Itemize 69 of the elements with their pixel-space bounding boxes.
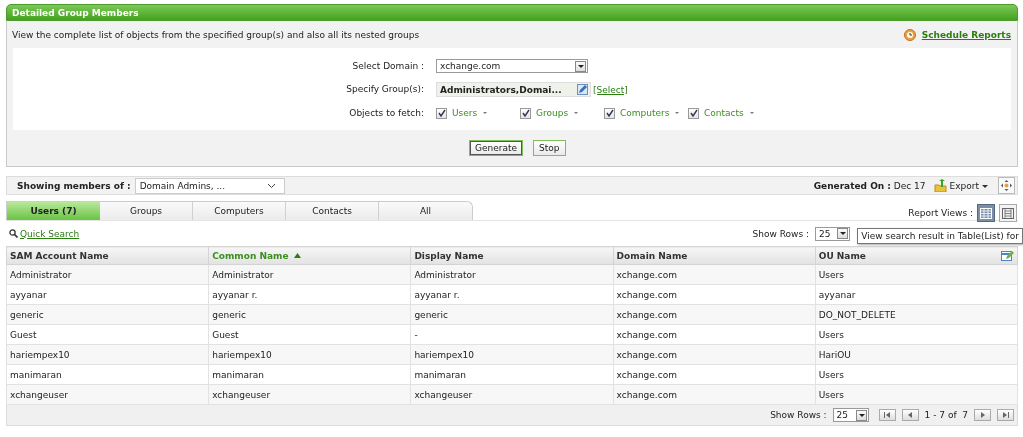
table-cell: generic xyxy=(10,309,44,320)
page-info: 1 - 7 of 7 xyxy=(924,410,968,420)
object-type-menu[interactable]: Computers xyxy=(620,108,681,118)
table-cell: xchange.com xyxy=(616,289,677,300)
table-cell: Guest xyxy=(10,329,37,340)
field-label: Objects to fetch: xyxy=(348,107,424,120)
showing-label: Showing members of : xyxy=(17,180,131,191)
domain-select[interactable]: xchange.com xyxy=(436,59,588,73)
tab[interactable]: Contacts xyxy=(286,202,379,220)
table-cell: xchangeuser xyxy=(414,389,473,400)
tab[interactable]: Users (7) xyxy=(7,202,100,220)
table-cell: xchangeuser xyxy=(212,389,271,400)
field-label: Specify Group(s): xyxy=(345,83,424,96)
table-cell: Administrator xyxy=(212,269,274,280)
table-cell: manimaran xyxy=(10,369,62,380)
tab[interactable]: All xyxy=(379,202,472,220)
report-views-label: Report Views : xyxy=(908,208,973,218)
column-header[interactable]: OU Name xyxy=(818,250,866,261)
table-cell: xchange.com xyxy=(616,329,677,340)
table-cell: Users xyxy=(818,269,844,280)
table-cell: Administrator xyxy=(10,269,72,280)
object-type-menu[interactable]: Contacts xyxy=(704,108,755,118)
table-cell: Users xyxy=(818,389,844,400)
table-cell: ayyanar r. xyxy=(212,289,258,300)
table-cell: ayyanar r. xyxy=(414,289,460,300)
tab[interactable]: Groups xyxy=(100,202,193,220)
object-type-menu[interactable]: Groups xyxy=(536,108,580,118)
table-cell: HariOU xyxy=(818,349,851,360)
stop-button[interactable]: Stop xyxy=(533,140,566,156)
show-rows-label: Show Rows : xyxy=(752,228,809,239)
group-field[interactable]: Administrators,Domai... xyxy=(436,82,591,97)
export-menu[interactable]: Export xyxy=(933,179,988,192)
table-cell: hariempex10 xyxy=(414,349,474,360)
schedule-reports-link[interactable]: Schedule Reports xyxy=(921,29,1011,40)
tab[interactable]: Computers xyxy=(193,202,286,220)
table-cell: ayyanar xyxy=(818,289,856,300)
rows-select[interactable]: 25 xyxy=(815,226,850,241)
table-cell: xchange.com xyxy=(616,349,677,360)
object-type-menu[interactable]: Users xyxy=(452,108,489,118)
table-cell: manimaran xyxy=(212,369,264,380)
description: View the complete list of objects from the specified group(s) and also all its nested groups xyxy=(12,29,420,40)
table-cell: xchange.com xyxy=(616,269,677,280)
table-cell: generic xyxy=(212,309,246,320)
rows-select[interactable]: 25 xyxy=(832,408,869,422)
table-cell: Users xyxy=(818,369,844,380)
table-cell: Users xyxy=(818,329,844,340)
group-select[interactable]: Domain Admins, ... xyxy=(134,177,285,194)
table-cell: xchange.com xyxy=(616,389,677,400)
table-cell: - xyxy=(414,329,418,340)
generate-button[interactable]: Generate xyxy=(469,140,524,156)
panel-title: Detailed Group Members xyxy=(6,4,1018,21)
table-cell: xchangeuser xyxy=(10,389,68,400)
generated-on: Generated On : Dec 17 xyxy=(813,180,926,191)
tooltip: View search result in Table(List) for xyxy=(857,228,1023,244)
field-label: Select Domain : xyxy=(351,60,424,73)
quick-search-link[interactable]: Quick Search xyxy=(20,228,80,239)
column-header[interactable]: Display Name xyxy=(414,250,484,261)
table-cell: DO_NOT_DELETE xyxy=(818,309,896,320)
table-cell: hariempex10 xyxy=(212,349,272,360)
table-cell: xchange.com xyxy=(616,309,677,320)
table-cell: Guest xyxy=(212,329,239,340)
select-link[interactable]: [Select] xyxy=(593,84,628,95)
table-cell: Administrator xyxy=(414,269,476,280)
table-cell: hariempex10 xyxy=(10,349,70,360)
table-cell: manimaran xyxy=(414,369,467,380)
show-rows-label: Show Rows : xyxy=(770,410,827,420)
table-cell: xchange.com xyxy=(616,369,677,380)
table-cell: generic xyxy=(414,309,448,320)
table-cell: ayyanar xyxy=(10,289,47,300)
